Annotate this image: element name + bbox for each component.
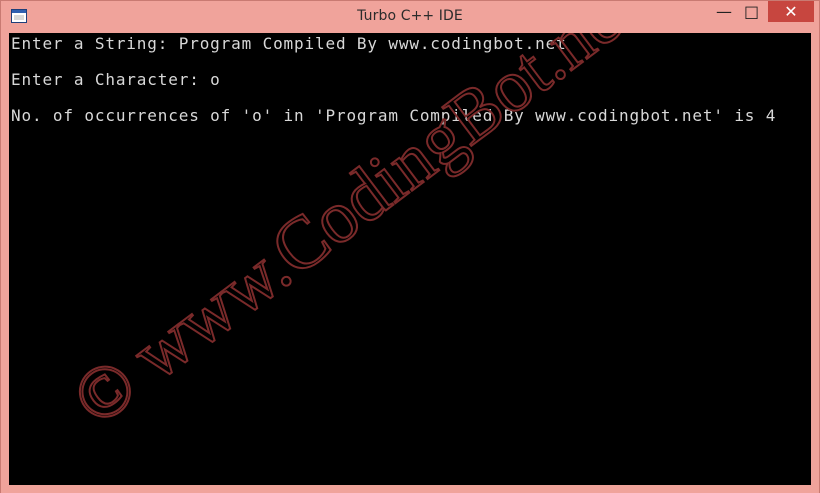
- console-line: No. of occurrences of 'o' in 'Program Co…: [11, 106, 777, 125]
- maximize-button[interactable]: □: [738, 1, 765, 22]
- watermark: © www.CodingBot.net: [57, 33, 654, 443]
- close-button[interactable]: ✕: [768, 1, 814, 22]
- close-icon: ✕: [784, 2, 798, 21]
- window-frame-bottom: [1, 485, 819, 493]
- title-bar[interactable]: Turbo C++ IDE — □ ✕: [1, 1, 819, 33]
- console-window: Turbo C++ IDE — □ ✕ Enter a String: Prog…: [0, 0, 820, 493]
- maximize-icon: □: [743, 2, 760, 21]
- window-title: Turbo C++ IDE: [357, 8, 463, 24]
- minimize-button[interactable]: —: [710, 1, 738, 22]
- console-line: Enter a Character: o: [11, 70, 221, 89]
- watermark-text: © www.CodingBot.net: [58, 33, 653, 442]
- console-line: Enter a String: Program Compiled By www.…: [11, 34, 567, 53]
- console-output[interactable]: Enter a String: Program Compiled By www.…: [9, 33, 811, 485]
- minimize-icon: —: [716, 2, 732, 21]
